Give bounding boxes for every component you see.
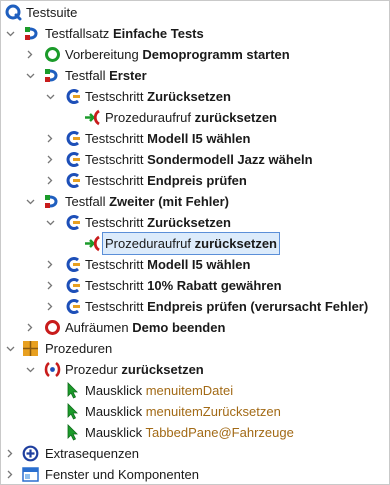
chevron-right-icon[interactable] <box>4 464 16 485</box>
node-name: Modell I5 wählen <box>147 131 251 146</box>
node-prefix: Mausklick <box>85 383 143 398</box>
node-prefix: Testfall <box>65 68 106 83</box>
node-prefix: Testschritt <box>85 299 144 314</box>
teststep-icon <box>64 298 81 315</box>
mouse-pointer-icon <box>64 382 81 399</box>
tree-node-label: Prozeduren <box>45 341 113 356</box>
procedure-call-icon <box>84 235 101 252</box>
chevron-down-icon[interactable] <box>24 359 36 380</box>
tree-node-label: Extrasequenzen <box>45 446 139 461</box>
node-prefix: Testschritt <box>85 173 144 188</box>
chevron-down-icon[interactable] <box>44 212 56 233</box>
tree-node-label: Testsuite <box>26 5 78 20</box>
node-prefix: Testschritt <box>85 89 144 104</box>
node-name: Endpreis prüfen (verursacht Fehler) <box>147 299 369 314</box>
node-prefix: Testschritt <box>85 131 144 146</box>
node-name: Demo beenden <box>132 320 226 335</box>
teststep-icon <box>64 256 81 273</box>
selected-node-label: Prozeduraufruf zurücksetzen <box>102 232 280 255</box>
component-id: menuitemZurücksetzen <box>145 404 281 419</box>
teststep-icon <box>64 214 81 231</box>
node-name: Erster <box>109 68 147 83</box>
node-prefix: Testschritt <box>85 257 144 272</box>
chevron-right-icon[interactable] <box>44 254 56 275</box>
chevron-right-icon[interactable] <box>44 128 56 149</box>
node-prefix: Testfall <box>65 194 106 209</box>
testset-icon <box>24 25 41 42</box>
node-prefix: Prozedur <box>65 362 118 377</box>
node-prefix: Mausklick <box>85 425 143 440</box>
component-id: TabbedPane@Fahrzeuge <box>145 425 294 440</box>
test-suite-tree: Testsuite Testfallsatz Einfache Tests Vo… <box>0 0 390 485</box>
testcase-icon <box>44 193 61 210</box>
chevron-down-icon[interactable] <box>4 338 16 359</box>
chevron-down-icon[interactable] <box>24 191 36 212</box>
node-name: zurücksetzen <box>194 110 277 125</box>
extras-icon <box>22 445 39 462</box>
node-name: Zweiter (mit Fehler) <box>109 194 230 209</box>
chevron-right-icon[interactable] <box>44 296 56 317</box>
node-prefix: Testschritt <box>85 152 144 167</box>
node-name: Einfache Tests <box>112 26 204 41</box>
chevron-right-icon[interactable] <box>24 44 36 65</box>
setup-icon <box>44 46 61 63</box>
chevron-right-icon[interactable] <box>44 170 56 191</box>
teststep-icon <box>64 172 81 189</box>
node-name: Zurücksetzen <box>147 215 231 230</box>
teststep-icon <box>64 277 81 294</box>
chevron-right-icon[interactable] <box>24 317 36 338</box>
node-name: Modell I5 wählen <box>147 257 251 272</box>
procedure-call-icon <box>84 109 101 126</box>
node-name: zurücksetzen <box>121 362 204 377</box>
node-name: Demoprogramm starten <box>142 47 290 62</box>
node-prefix: Mausklick <box>85 404 143 419</box>
chevron-down-icon[interactable] <box>44 86 56 107</box>
component-id: menuitemDatei <box>145 383 234 398</box>
testcase-icon <box>44 67 61 84</box>
mouse-pointer-icon <box>64 403 81 420</box>
node-name: zurücksetzen <box>194 236 277 251</box>
node-prefix: Testschritt <box>85 278 144 293</box>
node-prefix: Prozeduraufruf <box>105 236 191 251</box>
node-name: Endpreis prüfen <box>147 173 247 188</box>
node-prefix: Prozeduraufruf <box>105 110 191 125</box>
chevron-right-icon[interactable] <box>4 443 16 464</box>
chevron-right-icon[interactable] <box>44 149 56 170</box>
chevron-down-icon[interactable] <box>4 23 16 44</box>
chevron-down-icon[interactable] <box>24 65 36 86</box>
procedure-icon <box>44 361 61 378</box>
procedures-icon <box>22 340 39 357</box>
node-prefix: Testfallsatz <box>45 26 110 41</box>
node-prefix: Vorbereitung <box>65 47 139 62</box>
node-name: 10% Rabatt gewähren <box>147 278 282 293</box>
teststep-icon <box>64 88 81 105</box>
teststep-icon <box>64 151 81 168</box>
window-icon <box>22 466 39 483</box>
node-prefix: Aufräumen <box>65 320 129 335</box>
node-prefix: Testschritt <box>85 215 144 230</box>
chevron-right-icon[interactable] <box>44 275 56 296</box>
mouse-pointer-icon <box>64 424 81 441</box>
cleanup-icon <box>44 319 61 336</box>
teststep-icon <box>64 130 81 147</box>
testsuite-icon <box>5 4 22 21</box>
tree-node-label: Fenster und Komponenten <box>45 467 199 482</box>
node-name: Zurücksetzen <box>147 89 231 104</box>
node-name: Sondermodell Jazz wäheln <box>147 152 313 167</box>
